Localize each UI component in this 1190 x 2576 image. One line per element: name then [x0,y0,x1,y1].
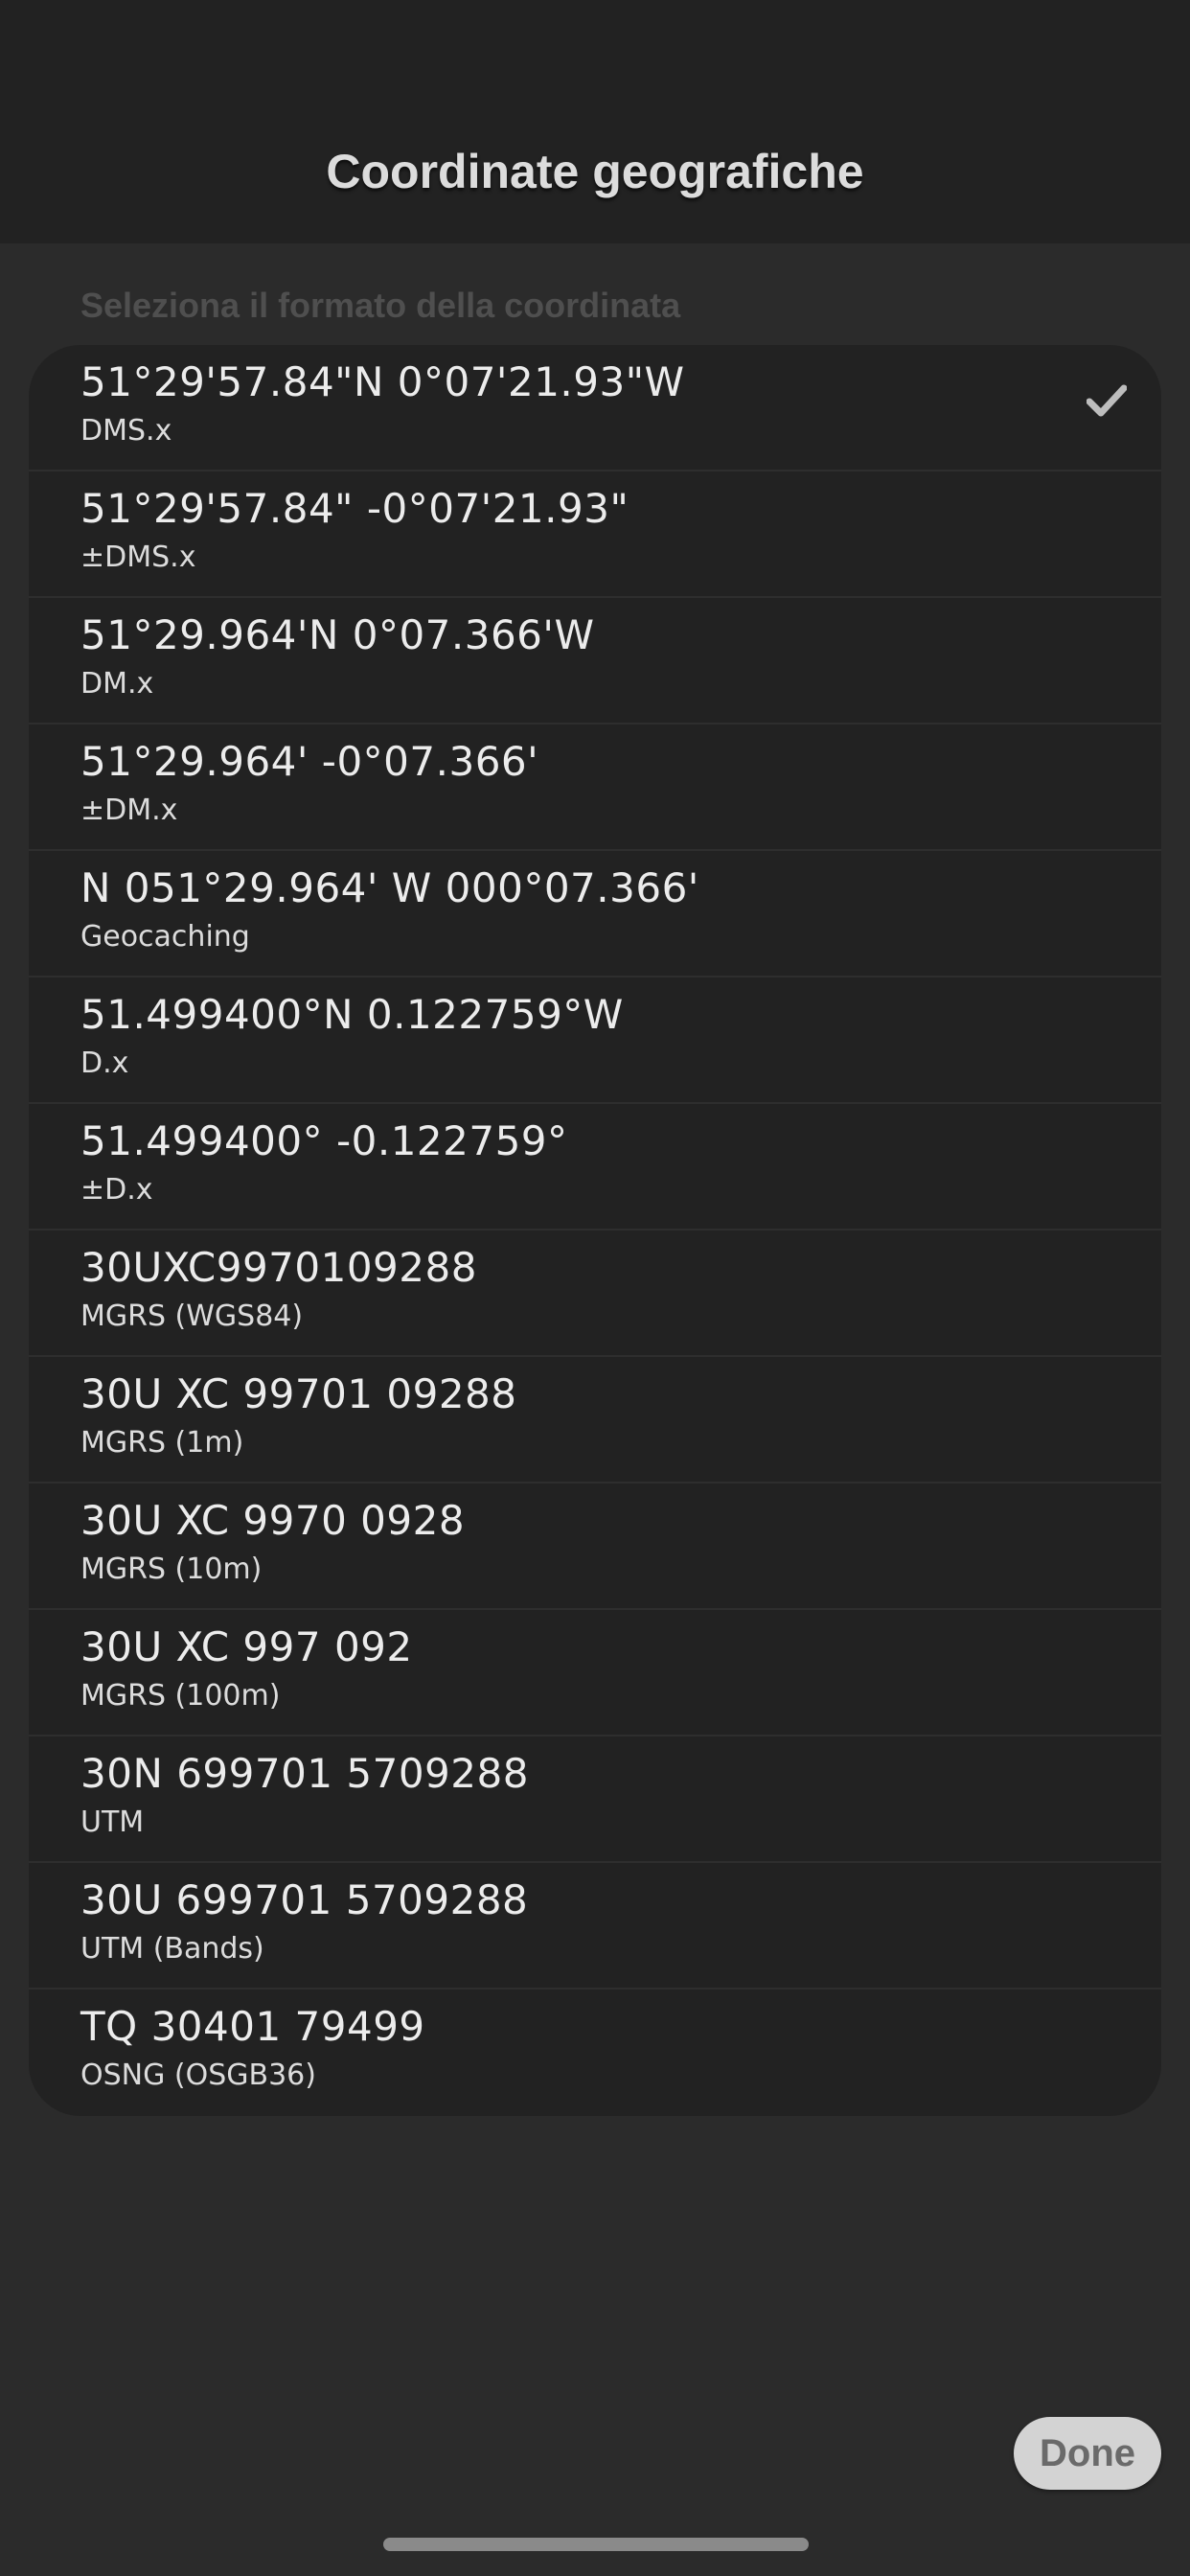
coordinate-value: N 051°29.964' W 000°07.366' [80,864,699,911]
format-row-utm-bands[interactable]: 30U 699701 5709288 UTM (Bands) [29,1863,1161,1990]
page-title: Coordinate geografiche [326,145,864,198]
format-name: D.x [80,1046,129,1080]
done-button[interactable]: Done [1014,2417,1161,2490]
format-row-signed-dms[interactable]: 51°29'57.84" -0°07'21.93" ±DMS.x [29,472,1161,598]
format-name: MGRS (100m) [80,1679,281,1713]
format-name: DMS.x [80,414,172,448]
coordinate-value: 30U XC 99701 09288 [80,1370,517,1417]
format-list: 51°29'57.84"N 0°07'21.93"W DMS.x 51°29'5… [29,345,1161,2116]
coordinate-value: 30UXC9970109288 [80,1244,477,1291]
format-name: UTM [80,1806,145,1839]
format-row-geocaching[interactable]: N 051°29.964' W 000°07.366' Geocaching [29,851,1161,978]
format-name: UTM (Bands) [80,1932,264,1966]
format-row-mgrs-1m[interactable]: 30U XC 99701 09288 MGRS (1m) [29,1357,1161,1484]
checkmark-icon [1087,384,1127,417]
coordinate-value: 51.499400° -0.122759° [80,1117,568,1164]
format-row-dms[interactable]: 51°29'57.84"N 0°07'21.93"W DMS.x [29,345,1161,472]
nav-header [0,0,1190,243]
format-row-signed-dm[interactable]: 51°29.964' -0°07.366' ±DM.x [29,724,1161,851]
coordinate-value: 30N 699701 5709288 [80,1750,529,1797]
format-row-utm[interactable]: 30N 699701 5709288 UTM [29,1736,1161,1863]
format-row-dm[interactable]: 51°29.964'N 0°07.366'W DM.x [29,598,1161,724]
format-name: DM.x [80,667,154,701]
format-name: Geocaching [80,920,250,954]
coordinate-value: 30U XC 9970 0928 [80,1497,466,1544]
home-indicator[interactable] [383,2538,809,2551]
format-name: MGRS (10m) [80,1552,263,1586]
format-row-d[interactable]: 51.499400°N 0.122759°W D.x [29,978,1161,1104]
coordinate-value: 30U 699701 5709288 [80,1876,529,1923]
section-label: Seleziona il formato della coordinata [80,286,681,325]
format-name: MGRS (WGS84) [80,1300,304,1333]
coordinate-value: 51°29.964'N 0°07.366'W [80,611,595,658]
coordinate-value: 30U XC 997 092 [80,1623,413,1670]
coordinate-value: 51°29'57.84"N 0°07'21.93"W [80,358,685,405]
format-row-mgrs-10m[interactable]: 30U XC 9970 0928 MGRS (10m) [29,1484,1161,1610]
format-name: ±DMS.x [80,540,196,574]
format-row-mgrs-100m[interactable]: 30U XC 997 092 MGRS (100m) [29,1610,1161,1736]
format-row-signed-d[interactable]: 51.499400° -0.122759° ±D.x [29,1104,1161,1230]
format-row-osng[interactable]: TQ 30401 79499 OSNG (OSGB36) [29,1990,1161,2116]
format-row-mgrs-wgs84[interactable]: 30UXC9970109288 MGRS (WGS84) [29,1230,1161,1357]
coordinate-value: 51°29'57.84" -0°07'21.93" [80,485,629,532]
coordinate-value: 51.499400°N 0.122759°W [80,991,624,1038]
coordinate-value: 51°29.964' -0°07.366' [80,738,539,785]
format-name: MGRS (1m) [80,1426,244,1460]
format-name: ±D.x [80,1173,153,1207]
coordinate-value: TQ 30401 79499 [80,2003,425,2050]
format-name: OSNG (OSGB36) [80,2058,316,2092]
format-name: ±DM.x [80,794,178,827]
